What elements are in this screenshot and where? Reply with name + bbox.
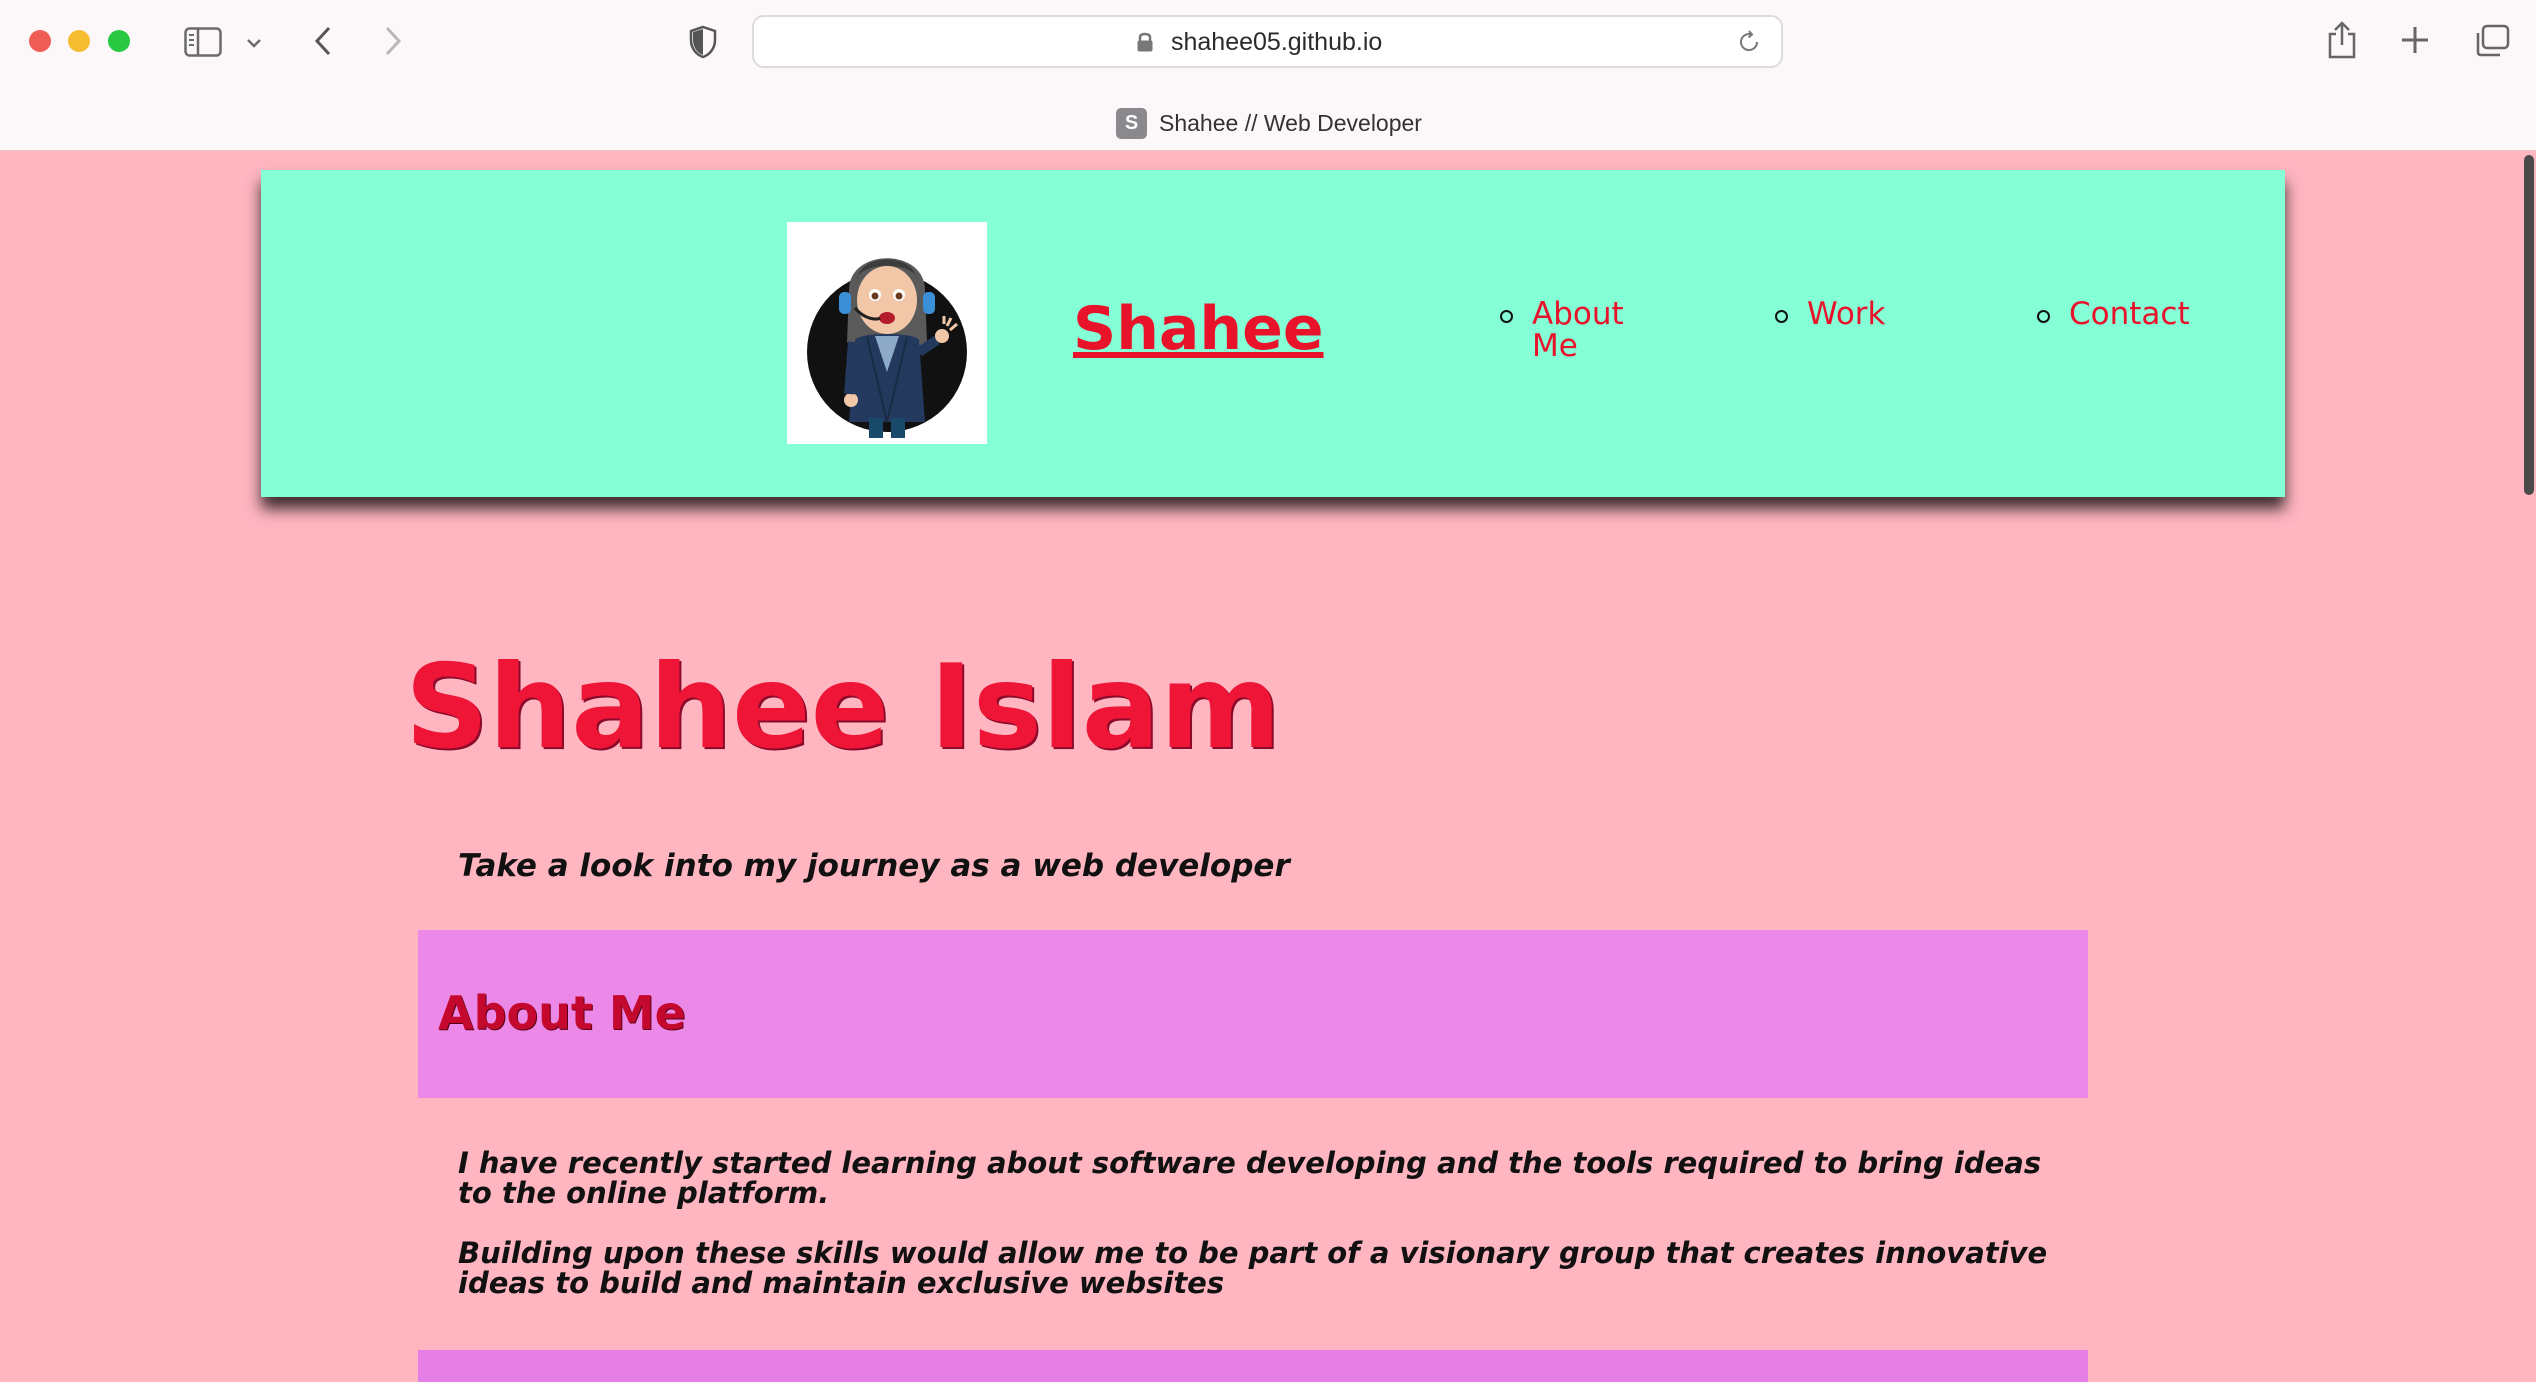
active-tab[interactable]: S Shahee // Web Developer [1116,106,1422,140]
site-header: Shahee About Me Work Contact [261,170,2285,497]
about-me-heading: About Me [438,986,686,1040]
tab-title-text: Shahee // Web Developer [1159,109,1422,136]
about-me-content: I have recently started learning about s… [458,1148,2058,1328]
forward-arrow-icon[interactable] [382,25,404,61]
chevron-down-icon[interactable] [246,34,262,53]
about-paragraph: Building upon these skills would allow m… [458,1236,2048,1300]
about-paragraph: I have recently started learning about s… [458,1146,2042,1210]
address-bar[interactable]: shahee05.github.io [752,15,1783,68]
nav-link-about-me[interactable]: About Me [1532,298,1642,362]
close-window-button[interactable] [29,30,51,52]
avatar [787,222,987,444]
nav-bullet [2037,310,2050,323]
avatar-illustration [807,258,967,438]
reload-icon[interactable] [1737,30,1761,58]
new-tab-icon[interactable] [2400,25,2430,59]
url-text: shahee05.github.io [1171,28,1383,56]
tab-overview-icon[interactable] [2474,24,2510,62]
minimize-window-button[interactable] [68,30,90,52]
browser-toolbar: shahee05.github.io S Shahee // Web Devel… [0,0,2536,151]
nav-bullet [1500,310,1513,323]
back-arrow-icon[interactable] [312,25,334,61]
page-title: Shahee Islam [405,640,1281,775]
next-section-header [418,1350,2088,1382]
sidebar-toggle-icon[interactable] [184,27,222,61]
nav-bullet [1775,310,1788,323]
nav-link-contact[interactable]: Contact [2069,298,2190,330]
lock-icon [1136,31,1154,57]
about-me-section-header: About Me [418,930,2088,1098]
maximize-window-button[interactable] [108,30,130,52]
privacy-shield-icon[interactable] [688,25,718,63]
brand-link[interactable]: Shahee [1073,294,1324,364]
share-icon[interactable] [2326,20,2358,64]
favicon-icon: S [1116,107,1147,139]
tagline: Take a look into my journey as a web dev… [458,848,1290,884]
page-scrollbar[interactable] [2524,155,2534,495]
nav-link-work[interactable]: Work [1807,298,1886,330]
